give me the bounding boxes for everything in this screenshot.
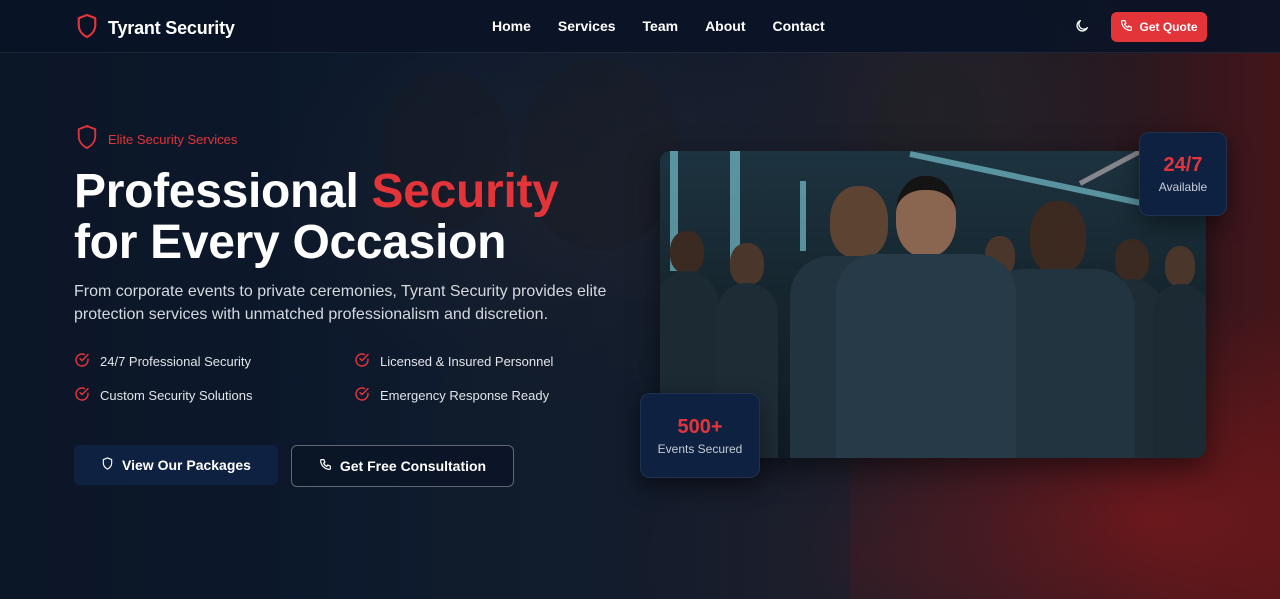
- feature-item: 24/7 Professional Security: [74, 352, 251, 371]
- eyebrow-label: Elite Security Services: [108, 132, 238, 147]
- headline-pre: Professional: [74, 165, 372, 218]
- eyebrow: Elite Security Services: [76, 124, 237, 155]
- hero-headline: Professional Security for Every Occasion: [74, 166, 559, 268]
- free-consultation-label: Get Free Consultation: [339, 458, 487, 474]
- availability-value: 24/7: [1163, 154, 1203, 176]
- feature-item: Licensed & Insured Personnel: [354, 352, 553, 371]
- get-quote-button[interactable]: Get Quote: [1111, 12, 1207, 42]
- events-secured-value: 500+: [677, 415, 723, 438]
- check-circle-icon: [74, 352, 90, 371]
- nav-team[interactable]: Team: [643, 18, 679, 34]
- view-packages-button[interactable]: View Our Packages: [74, 445, 278, 485]
- get-quote-label: Get Quote: [1139, 20, 1198, 34]
- headline-accent: Security: [371, 165, 559, 218]
- moon-icon[interactable]: [1074, 18, 1090, 34]
- shield-icon: [76, 124, 98, 155]
- feature-label: Licensed & Insured Personnel: [380, 354, 554, 369]
- nav-about[interactable]: About: [705, 18, 745, 34]
- check-circle-icon: [354, 352, 370, 371]
- feature-label: Custom Security Solutions: [100, 388, 253, 403]
- phone-icon: [1120, 19, 1133, 35]
- view-packages-label: View Our Packages: [122, 457, 251, 473]
- check-circle-icon: [74, 386, 90, 405]
- nav-services[interactable]: Services: [558, 18, 616, 34]
- nav-home[interactable]: Home: [492, 18, 531, 34]
- check-circle-icon: [354, 386, 370, 405]
- events-secured-label: Events Secured: [657, 441, 743, 456]
- availability-card: 24/7 Available: [1139, 132, 1227, 216]
- nav-contact[interactable]: Contact: [773, 18, 825, 34]
- free-consultation-button[interactable]: Get Free Consultation: [291, 445, 514, 487]
- shield-icon: [76, 13, 98, 44]
- shield-icon: [101, 457, 114, 473]
- main-nav: Home Services Team About Contact: [492, 18, 825, 34]
- availability-label: Available: [1158, 180, 1208, 194]
- feature-label: 24/7 Professional Security: [100, 354, 252, 369]
- feature-item: Custom Security Solutions: [74, 386, 252, 405]
- phone-icon: [319, 458, 332, 474]
- feature-item: Emergency Response Ready: [354, 386, 549, 405]
- hero-description: From corporate events to private ceremon…: [74, 283, 607, 323]
- headline-line2: for Every Occasion: [74, 216, 507, 269]
- brand-name: Tyrant Security: [108, 18, 235, 38]
- brand-logo[interactable]: Tyrant Security: [76, 13, 235, 44]
- feature-label: Emergency Response Ready: [380, 388, 550, 403]
- navbar: Tyrant Security Home Services Team About…: [0, 0, 1280, 53]
- events-secured-card: 500+ Events Secured: [640, 393, 760, 478]
